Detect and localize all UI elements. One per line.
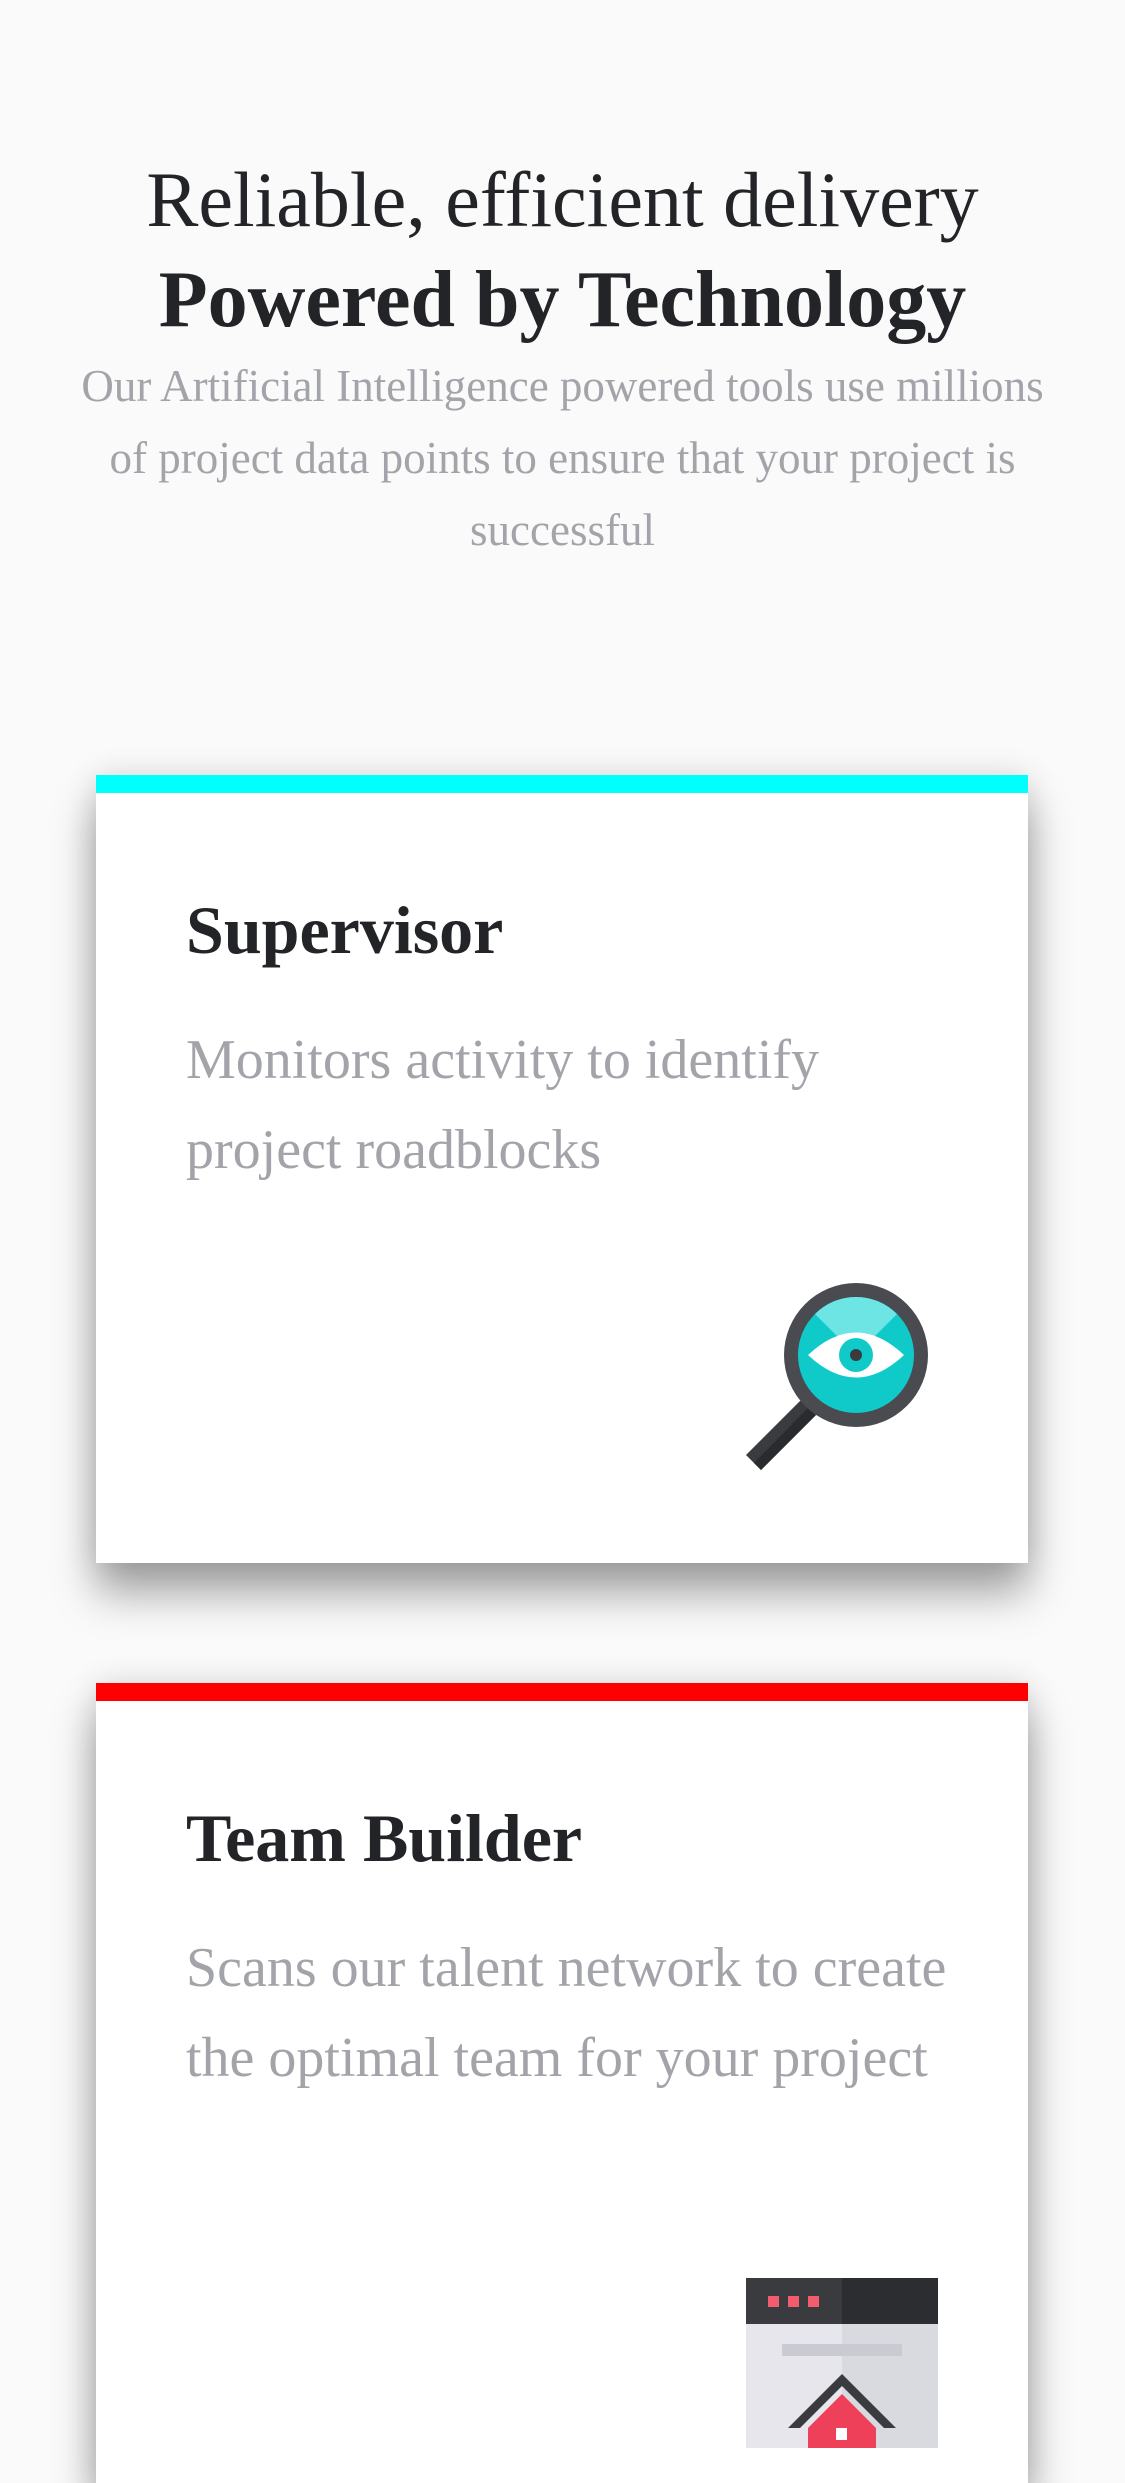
card-title: Team Builder [186, 1800, 583, 1876]
feature-card-team-builder: Team Builder Scans our talent network to… [96, 1683, 1028, 2483]
hero-title-line1: Reliable, efficient delivery [146, 156, 979, 243]
card-description: Scans our talent network to create the o… [186, 1937, 947, 2089]
hero-title-line2: Powered by Technology [158, 256, 967, 344]
magnifier-eye-icon [736, 1280, 936, 1480]
card-accent-bar [96, 1683, 1028, 1701]
card-title: Supervisor [186, 892, 504, 968]
feature-card-supervisor: Supervisor Monitors activity to identify… [96, 775, 1028, 1563]
browser-home-icon [746, 2278, 946, 2448]
card-accent-bar [96, 775, 1028, 793]
card-description: Monitors activity to identify project ro… [186, 1029, 820, 1181]
hero-subtitle: Our Artificial Intelligence powered tool… [81, 361, 1044, 555]
